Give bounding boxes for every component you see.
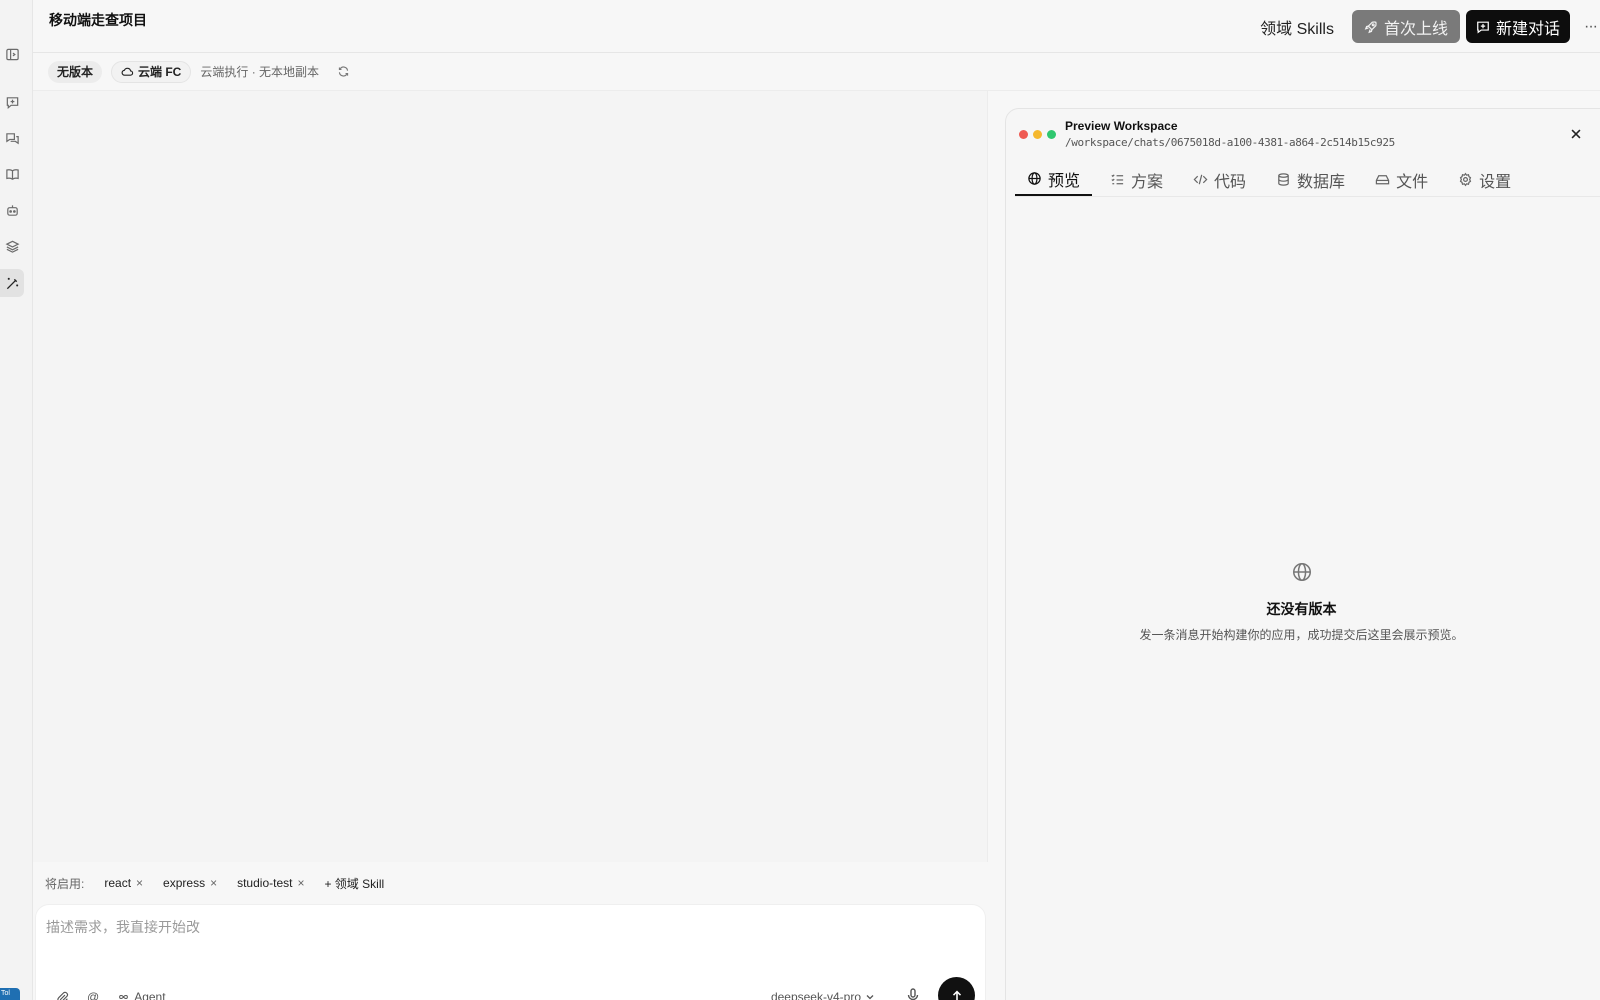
tab-code[interactable]: 代码 bbox=[1181, 163, 1258, 196]
composer-tools: @ Agent bbox=[56, 990, 166, 1000]
tab-label: 预览 bbox=[1048, 172, 1081, 190]
execution-note: 云端执行 · 无本地副本 bbox=[200, 65, 320, 79]
chat-messages-area bbox=[33, 91, 988, 862]
send-button[interactable] bbox=[938, 977, 975, 1000]
chevron-down-icon bbox=[865, 992, 875, 1000]
conversations-icon[interactable] bbox=[0, 124, 24, 152]
enabled-skills-row: 将启用: react × express × studio-test × + 领… bbox=[33, 862, 988, 904]
empty-state-description: 发一条消息开始构建你的应用，成功提交后这里会展示预览。 bbox=[1139, 628, 1464, 642]
first-launch-label: 首次上线 bbox=[1383, 20, 1448, 38]
refresh-icon[interactable] bbox=[337, 65, 350, 78]
tab-label: 数据库 bbox=[1297, 173, 1346, 191]
book-icon[interactable] bbox=[0, 160, 24, 188]
skill-chip-label: react bbox=[104, 876, 132, 890]
add-skill-button[interactable]: + 领域 Skill bbox=[324, 875, 384, 892]
remove-skill-icon[interactable]: × bbox=[136, 876, 143, 890]
rocket-icon bbox=[1364, 20, 1378, 34]
remove-skill-icon[interactable]: × bbox=[210, 876, 217, 890]
preview-workspace-panel: Preview Workspace /workspace/chats/06750… bbox=[1005, 108, 1600, 1000]
tab-preview[interactable]: 预览 bbox=[1015, 163, 1093, 196]
tab-label: 方案 bbox=[1131, 173, 1164, 191]
skill-chip-react[interactable]: react × bbox=[104, 876, 143, 890]
database-icon bbox=[1276, 172, 1291, 187]
new-chat-icon[interactable] bbox=[0, 88, 24, 116]
tab-label: 文件 bbox=[1396, 173, 1429, 191]
tab-plan[interactable]: 方案 bbox=[1098, 163, 1175, 196]
first-launch-button[interactable]: 首次上线 bbox=[1351, 10, 1460, 43]
new-chat-button[interactable]: 新建对话 bbox=[1465, 10, 1570, 43]
top-header: 移动端走查项目 领域 Skills 首次上线 新建对话 ··· bbox=[33, 0, 1600, 53]
checklist-icon bbox=[1110, 172, 1125, 187]
left-rail: Tol bbox=[0, 0, 33, 1000]
new-chat-label: 新建对话 bbox=[1495, 20, 1560, 38]
skill-chip-express[interactable]: express × bbox=[163, 876, 217, 890]
workspace-path: /workspace/chats/0675018d-a100-4381-a864… bbox=[1065, 136, 1395, 149]
empty-preview-state: 还没有版本 发一条消息开始构建你的应用，成功提交后这里会展示预览。 bbox=[1006, 561, 1597, 643]
empty-state-title: 还没有版本 bbox=[1266, 601, 1337, 617]
preview-header: Preview Workspace /workspace/chats/06750… bbox=[1006, 109, 1600, 159]
agent-mode-label: Agent bbox=[134, 990, 166, 1000]
gear-icon bbox=[1458, 172, 1473, 187]
skills-label: 将启用: bbox=[45, 876, 85, 891]
tab-files[interactable]: 文件 bbox=[1363, 163, 1440, 196]
model-name: deepseek-v4-pro bbox=[770, 990, 861, 1000]
skill-chip-label: express bbox=[163, 876, 206, 890]
skill-chip-studio-test[interactable]: studio-test × bbox=[237, 876, 304, 890]
domain-skills-link[interactable]: 领域 Skills bbox=[1260, 15, 1334, 39]
close-icon[interactable] bbox=[1569, 127, 1583, 141]
minimize-dot-icon[interactable] bbox=[1033, 130, 1042, 139]
cloud-fc-label: 云端 FC bbox=[138, 65, 182, 79]
window-controls bbox=[1019, 130, 1056, 139]
message-input[interactable] bbox=[46, 919, 946, 935]
more-menu-icon[interactable]: ··· bbox=[1584, 18, 1600, 36]
preview-tabs: 预览 方案 代码 数据库 文件 设置 bbox=[1015, 163, 1600, 197]
infinity-icon bbox=[117, 992, 130, 1000]
cloud-icon bbox=[121, 65, 134, 78]
panel-toggle-icon[interactable] bbox=[0, 40, 24, 68]
model-selector[interactable]: deepseek-v4-pro bbox=[771, 990, 875, 1000]
close-dot-icon[interactable] bbox=[1019, 130, 1028, 139]
cloud-fc-pill[interactable]: 云端 FC bbox=[111, 60, 192, 83]
magic-wand-icon[interactable] bbox=[0, 269, 24, 297]
globe-icon bbox=[1291, 561, 1313, 583]
globe-icon bbox=[1027, 171, 1042, 186]
maximize-dot-icon[interactable] bbox=[1047, 130, 1056, 139]
agent-mode-button[interactable]: Agent bbox=[117, 990, 166, 1000]
skill-chip-label: studio-test bbox=[237, 876, 293, 890]
bot-icon[interactable] bbox=[0, 196, 24, 224]
attach-icon[interactable] bbox=[56, 991, 69, 1000]
version-pill[interactable]: 无版本 bbox=[48, 60, 103, 83]
app-badge: Tol bbox=[0, 988, 20, 1000]
status-bar: 无版本 云端 FC 云端执行 · 无本地副本 bbox=[33, 53, 1600, 91]
tab-settings[interactable]: 设置 bbox=[1446, 163, 1523, 196]
tab-label: 代码 bbox=[1214, 173, 1247, 191]
tab-database[interactable]: 数据库 bbox=[1264, 163, 1357, 196]
project-title: 移动端走查项目 bbox=[49, 12, 147, 28]
header-actions: 领域 Skills 首次上线 新建对话 ··· bbox=[1260, 10, 1600, 43]
remove-skill-icon[interactable]: × bbox=[297, 876, 304, 890]
arrow-up-icon bbox=[950, 989, 964, 1000]
message-composer: @ Agent deepseek-v4-pro bbox=[35, 904, 986, 1000]
layers-icon[interactable] bbox=[0, 232, 24, 260]
code-icon bbox=[1193, 172, 1208, 187]
mention-button[interactable]: @ bbox=[87, 990, 99, 1000]
tab-label: 设置 bbox=[1479, 173, 1512, 191]
preview-title: Preview Workspace bbox=[1065, 119, 1178, 133]
drive-icon bbox=[1375, 172, 1390, 187]
message-plus-icon bbox=[1476, 20, 1490, 34]
microphone-icon[interactable] bbox=[905, 987, 921, 1000]
